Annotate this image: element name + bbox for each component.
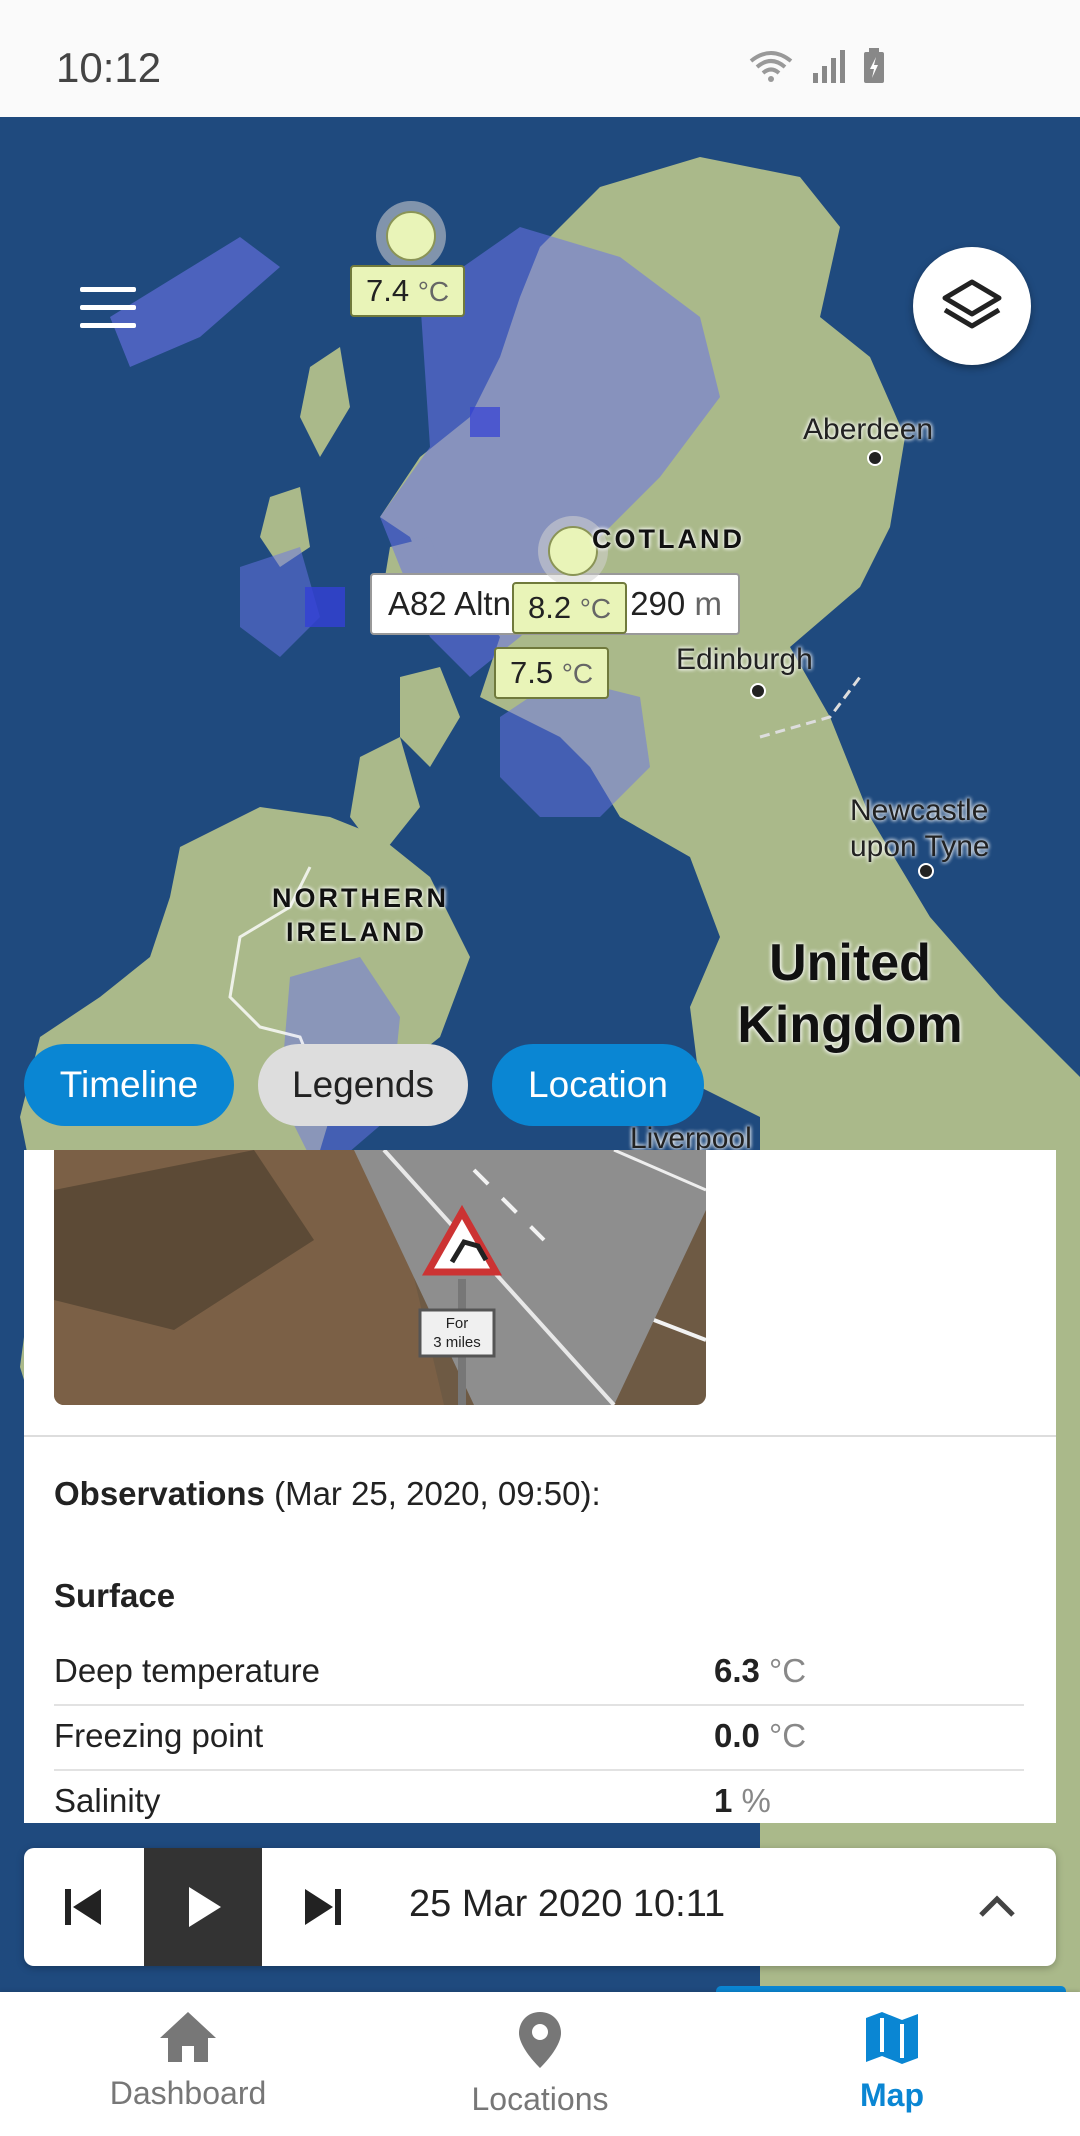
skip-previous-button[interactable] [24,1848,142,1966]
play-button[interactable] [144,1848,262,1966]
svg-text:3 miles: 3 miles [433,1334,481,1351]
location-info-panel[interactable]: For 3 miles Observations (Mar 25, 2020, … [24,1150,1056,1823]
map-icon [866,2012,918,2064]
temp-label[interactable]: 8.2 °C [512,582,628,634]
status-bar: 10:12 [0,0,1080,117]
country-label: United Kingdom [737,934,963,1054]
city-dot [867,450,883,466]
battery-icon [864,48,884,83]
tab-location[interactable]: Location [492,1044,704,1126]
city-label: Edinburgh [676,643,813,676]
nav-dashboard[interactable]: Dashboard [38,2010,338,2112]
observation-row: Salinity 1 % [54,1782,771,1819]
layers-button[interactable] [913,247,1031,365]
tab-timeline[interactable]: Timeline [24,1044,234,1126]
temp-label[interactable]: 7.5 °C [494,647,610,699]
skip-next-button[interactable] [264,1848,382,1966]
expand-button[interactable] [938,1848,1056,1966]
home-icon [160,2012,216,2062]
region-label: NORTHERN [272,883,449,913]
city-dot [918,863,934,879]
webcam-photo[interactable]: For 3 miles [54,1150,706,1405]
skip-previous-icon [65,1889,101,1925]
layers-icon [942,279,1002,329]
observations-heading: Observations (Mar 25, 2020, 09:50): [54,1475,601,1512]
nav-dashboard-label: Dashboard [109,2075,267,2111]
region-label: IRELAND [286,917,427,947]
nav-locations[interactable]: Locations [390,2010,690,2118]
skip-next-icon [305,1889,341,1925]
status-icons [749,48,885,84]
signal-icon [813,50,845,83]
observation-row: Freezing point 0.0 °C [54,1705,1024,1771]
temp-label[interactable]: 7.4 °C [350,265,466,317]
timeline-datetime: 25 Mar 2020 10:11 [409,1883,726,1925]
city-label: Aberdeen [803,413,934,446]
nav-locations-label: Locations [471,2081,609,2117]
nav-map-label: Map [860,2077,924,2113]
location-pin-icon [519,2012,561,2068]
observation-row: Deep temperature 6.3 °C [54,1640,1024,1706]
station-marker[interactable] [386,211,436,261]
panel-divider [24,1435,1056,1437]
station-marker[interactable] [548,526,598,576]
webcam-image: For 3 miles [54,1150,706,1405]
nav-map[interactable]: Map [742,2010,1042,2114]
menu-button[interactable] [80,287,136,331]
region-label: COTLAND [592,524,745,554]
svg-text:For: For [446,1315,469,1332]
chevron-up-icon [979,1895,1015,1917]
status-time: 10:12 [56,44,162,91]
section-title: Surface [54,1577,176,1614]
city-label: Newcastle upon Tyne [850,794,990,863]
city-dot [750,683,766,699]
wifi-icon [749,51,793,82]
timeline-player: 25 Mar 2020 10:11 [24,1848,1056,1966]
bottom-navigation: Dashboard Locations Map [0,1992,1080,2136]
play-icon [189,1887,221,1927]
tab-legends[interactable]: Legends [258,1044,468,1126]
